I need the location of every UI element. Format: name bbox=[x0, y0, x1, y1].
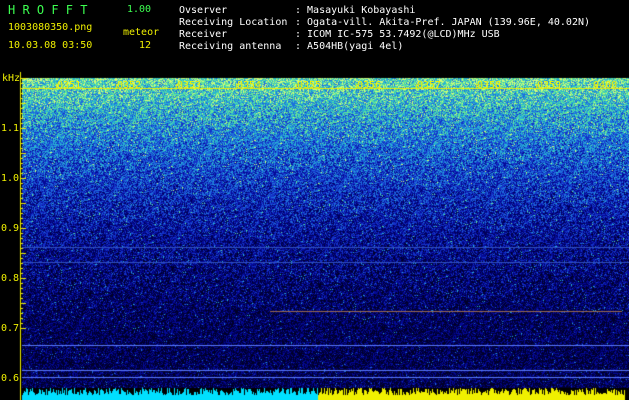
freq-tick-label: 0.9 bbox=[1, 223, 20, 234]
location-value: : Ogata-vill. Akita-Pref. JAPAN (139.96E… bbox=[295, 17, 591, 28]
spectrogram-display bbox=[0, 0, 629, 400]
antenna-label: Receiving antenna bbox=[179, 41, 282, 52]
meteor-label: meteor bbox=[123, 27, 160, 38]
time-tick-label: 0352 bbox=[117, 80, 142, 91]
time-tick-label: 0358 bbox=[477, 80, 502, 91]
app-version: 1.00 bbox=[127, 4, 152, 15]
freq-unit-label: kHz bbox=[2, 73, 21, 84]
time-tick-label: 0357 bbox=[417, 80, 442, 91]
freq-tick-label: 0.7 bbox=[1, 323, 20, 334]
location-label: Receiving Location bbox=[179, 17, 288, 28]
file-timestamp: 10.03.08 03:50 bbox=[8, 40, 93, 51]
freq-tick-label: 1.0 bbox=[1, 173, 20, 184]
observer-value: : Masayuki Kobayashi bbox=[295, 5, 416, 16]
time-tick-label: 0400 bbox=[593, 80, 618, 91]
app-title: H R O F F T bbox=[8, 3, 88, 17]
freq-tick-label: 0.8 bbox=[1, 273, 20, 284]
time-tick-label: 0351 bbox=[57, 80, 82, 91]
freq-tick-label: 0.6 bbox=[1, 373, 20, 384]
time-tick-label: 0353 bbox=[177, 80, 202, 91]
file-name: 1003080350.png bbox=[8, 22, 93, 33]
freq-tick-label: 1.1 bbox=[1, 123, 20, 134]
time-tick-label: 0356 bbox=[357, 80, 382, 91]
time-tick-label: 0355 bbox=[297, 80, 322, 91]
receiver-value: : ICOM IC-575 53.7492(@LCD)MHz USB bbox=[295, 29, 500, 40]
time-tick-label: 0354 bbox=[237, 80, 262, 91]
receiver-label: Receiver bbox=[179, 29, 228, 40]
antenna-value: : A504HB(yagi 4el) bbox=[295, 41, 404, 52]
time-tick-label: 0359 bbox=[537, 80, 562, 91]
meteor-count: 12 bbox=[139, 40, 152, 51]
observer-label: Ovserver bbox=[179, 5, 228, 16]
